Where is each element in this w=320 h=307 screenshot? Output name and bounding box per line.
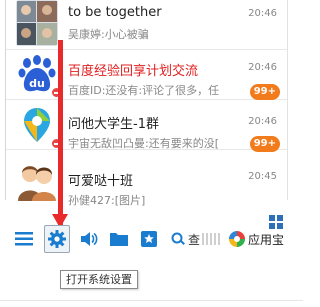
group-avatar bbox=[16, 0, 58, 46]
chat-title: to be together bbox=[68, 5, 162, 20]
chat-item-to-be-together[interactable]: to be together 吴康婷:小心被骗 20:46 bbox=[6, 0, 287, 50]
search-truncated-label: 查 bbox=[188, 226, 228, 252]
chat-title: 问他大学生-1群 bbox=[68, 117, 159, 132]
chat-last-message: 百度ID:还没有:评论了很多，任 bbox=[68, 84, 220, 97]
chat-last-message: 宇宙无敌凹凸曼:还有要来的没[ bbox=[68, 137, 219, 150]
chat-item-keai-class[interactable]: 可爱哒十班 孙健427:[图片] 20:45 bbox=[6, 155, 287, 207]
favorites-star-icon[interactable] bbox=[138, 226, 160, 252]
list-border-right bbox=[287, 0, 288, 200]
app-store-icon[interactable] bbox=[228, 226, 246, 252]
chat-item-wenta-group[interactable]: 问他大学生-1群 宇宙无敌凹凸曼:还有要来的没[ 20:46 99+ bbox=[6, 100, 287, 152]
search-icon[interactable] bbox=[170, 226, 186, 252]
folder-icon[interactable] bbox=[108, 226, 130, 252]
settings-tooltip: 打开系统设置 bbox=[60, 270, 138, 289]
bottom-toolbar: 查 应用宝 bbox=[6, 225, 296, 254]
chat-last-message: 孙健427:[图片] bbox=[68, 194, 146, 207]
bottom-divider bbox=[0, 300, 303, 301]
annotation-arrow-line bbox=[58, 40, 63, 225]
chat-item-baidu-jingyan[interactable]: du 百度经验回享计划交流 百度ID:还没有:评论了很多，任 20:46 99+ bbox=[6, 50, 287, 100]
chat-time: 20:45 bbox=[248, 171, 277, 182]
chat-time: 20:46 bbox=[248, 62, 277, 73]
unread-badge: 99+ bbox=[249, 84, 280, 100]
svg-text:du: du bbox=[29, 77, 45, 90]
chat-time: 20:46 bbox=[248, 8, 277, 19]
sound-volume-icon[interactable] bbox=[78, 226, 100, 252]
system-settings-gear-icon[interactable] bbox=[44, 225, 70, 253]
qq-main-panel: to be together 吴康婷:小心被骗 20:46 du 百度经验回享计… bbox=[0, 0, 303, 307]
chat-title: 可爱哒十班 bbox=[68, 174, 134, 189]
chat-last-message: 吴康婷:小心被骗 bbox=[68, 28, 149, 41]
blurred-region bbox=[202, 233, 221, 245]
app-store-label[interactable]: 应用宝 bbox=[248, 226, 292, 252]
group-people-avatar bbox=[16, 159, 58, 201]
chat-title: 百度经验回享计划交流 bbox=[68, 64, 199, 79]
main-menu-icon[interactable] bbox=[14, 226, 34, 252]
unread-badge: 99+ bbox=[249, 136, 280, 152]
chat-time: 20:46 bbox=[248, 116, 277, 127]
